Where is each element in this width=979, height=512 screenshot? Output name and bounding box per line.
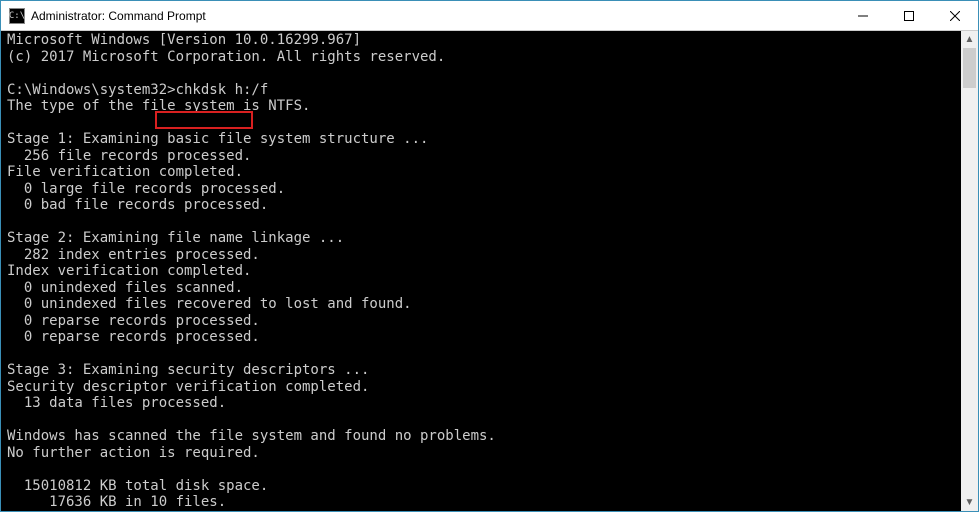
scrollbar[interactable]: ▲ ▼ <box>961 31 978 511</box>
scroll-up-arrow[interactable]: ▲ <box>961 31 978 48</box>
maximize-button[interactable] <box>886 1 932 31</box>
cmd-icon: C:\ <box>9 8 25 24</box>
scroll-down-arrow[interactable]: ▼ <box>961 494 978 511</box>
terminal-output[interactable]: Microsoft Windows [Version 10.0.16299.96… <box>1 31 961 511</box>
titlebar[interactable]: C:\ Administrator: Command Prompt <box>1 1 978 31</box>
close-button[interactable] <box>932 1 978 31</box>
minimize-button[interactable] <box>840 1 886 31</box>
scroll-thumb[interactable] <box>963 48 976 88</box>
window-title: Administrator: Command Prompt <box>31 9 206 23</box>
terminal-area: Microsoft Windows [Version 10.0.16299.96… <box>1 31 978 511</box>
scroll-track[interactable] <box>961 48 978 494</box>
